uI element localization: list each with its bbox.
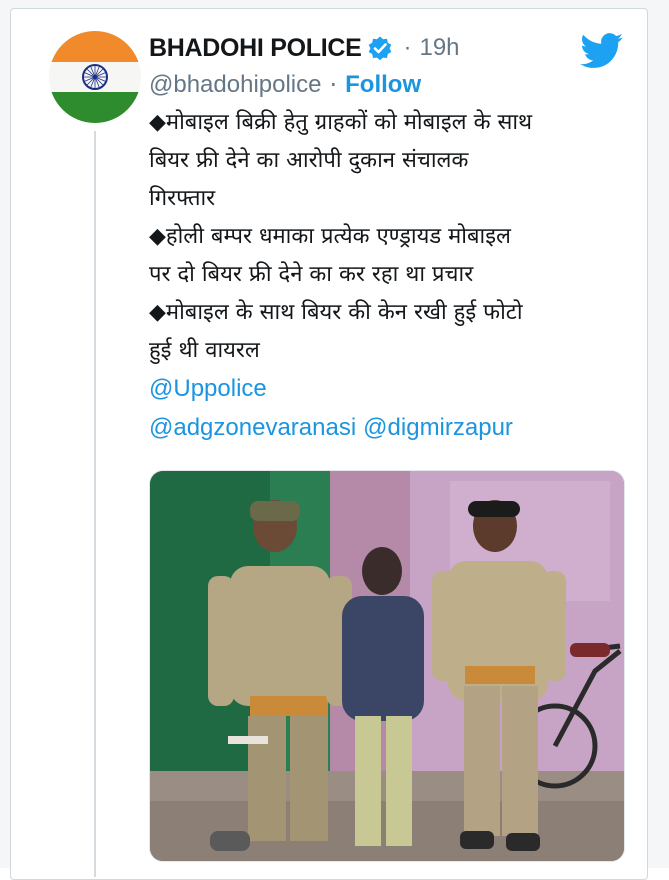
tweet-body: ◆मोबाइल बिक्री हेतु ग्राहकों को मोबाइल क…: [149, 104, 637, 448]
author-handle[interactable]: @bhadohipolice: [149, 71, 322, 99]
tweet-time[interactable]: 19h: [419, 34, 459, 62]
indian-flag-avatar: [49, 31, 141, 123]
tweet-line-2: बियर फ्री देने का आरोपी दुकान संचालक: [149, 148, 469, 173]
tweet-line-7: हुई थी वायरल: [149, 338, 260, 363]
time-separator: ·: [403, 34, 412, 61]
author-handle-row: @bhadohipolice · Follow: [149, 69, 421, 101]
tweet-photo[interactable]: [149, 470, 625, 862]
follow-separator: ·: [329, 71, 338, 99]
tweet-line-5: पर दो बियर फ्री देने का कर रहा था प्रचार: [149, 262, 474, 287]
verified-badge-icon: [367, 35, 393, 61]
tweet-line-4: ◆होली बम्पर धमाका प्रत्येक एण्ड्रायड मोब…: [149, 224, 511, 249]
follow-button[interactable]: Follow: [345, 71, 421, 99]
mention-line-1: @Uppolice: [149, 370, 637, 409]
tweet-card[interactable]: BHADOHI POLICE · 19h @bhadohipolice · Fo…: [10, 8, 648, 880]
tweet-line-1: ◆मोबाइल बिक्री हेतु ग्राहकों को मोबाइल क…: [149, 110, 533, 135]
avatar[interactable]: [49, 31, 141, 123]
page-background: BHADOHI POLICE · 19h @bhadohipolice · Fo…: [0, 0, 669, 880]
twitter-bird-icon[interactable]: [580, 33, 624, 69]
mention-line-2: @adgzonevaranasi @digmirzapur: [149, 409, 637, 448]
mention-digmirzapur[interactable]: @digmirzapur: [363, 414, 513, 441]
tweet-line-3: गिरफ्तार: [149, 186, 216, 211]
author-display-name[interactable]: BHADOHI POLICE: [149, 34, 362, 63]
tweet-line-6: ◆मोबाइल के साथ बियर की केन रखी हुई फोटो: [149, 300, 523, 325]
mention-uppolice[interactable]: @Uppolice: [149, 375, 267, 402]
tweet-photo-image: [150, 471, 624, 861]
author-name-row: BHADOHI POLICE · 19h: [149, 31, 460, 65]
thread-line: [94, 131, 96, 877]
mention-adgzonevaranasi[interactable]: @adgzonevaranasi: [149, 414, 356, 441]
